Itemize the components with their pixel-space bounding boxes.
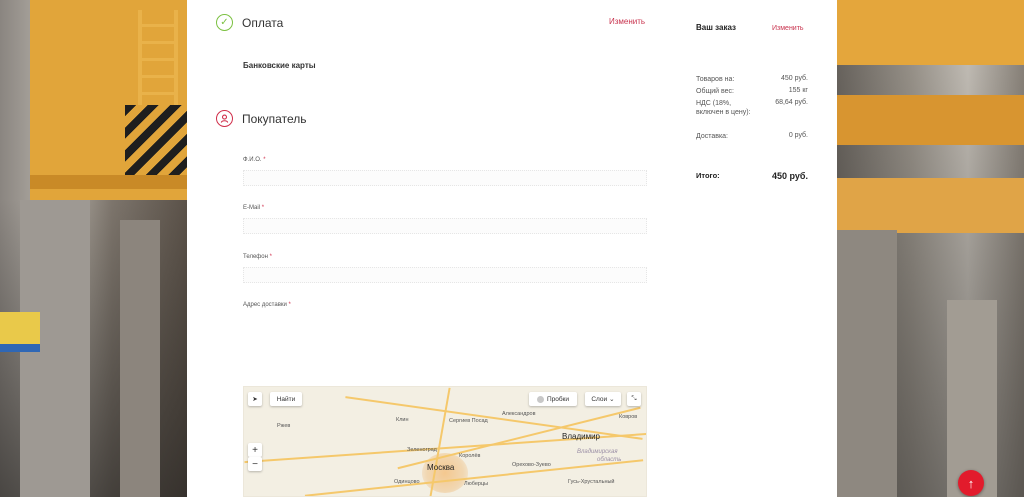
delivery-value: 0 руб.: [788, 132, 808, 139]
map-label-lyubertsy: Люберцы: [464, 481, 489, 487]
address-label: Адрес доставки *: [243, 302, 291, 308]
email-field[interactable]: [243, 218, 647, 234]
email-label: E-Mail *: [243, 205, 264, 211]
goods-value: 450 руб.: [781, 75, 808, 82]
required-mark: *: [269, 254, 272, 260]
weight-row: Общий вес: 155 кг: [696, 87, 808, 96]
name-label: Ф.И.О. *: [243, 157, 266, 163]
expand-icon: ⤡: [631, 395, 637, 402]
payment-title: Оплата: [242, 15, 284, 30]
delivery-label: Доставка:: [696, 133, 729, 140]
map-find-button[interactable]: Найти: [270, 392, 302, 406]
delivery-row: Доставка: 0 руб.: [696, 132, 808, 141]
goods-label: Товаров на:: [696, 76, 735, 83]
user-icon: [216, 110, 233, 127]
map-label-gus: Гусь-Хрустальный: [568, 479, 615, 485]
background-photo-left: [0, 0, 187, 497]
background-photo-right: [837, 0, 1024, 497]
traffic-label: Пробки: [546, 395, 570, 403]
user-icon: [220, 114, 229, 123]
address-label-text: Адрес доставки: [243, 302, 287, 308]
crane-beam: [837, 95, 1024, 145]
geolocation-button[interactable]: ➤: [248, 392, 262, 406]
map-label-sergiev: Сергиев Посад: [449, 418, 488, 424]
order-summary-title: Ваш заказ: [696, 23, 736, 32]
order-edit-link[interactable]: Изменить: [772, 25, 804, 32]
vat-value: 68,64 руб.: [775, 99, 808, 106]
map-label-vladimir: Владимир: [562, 432, 601, 441]
buyer-title: Покупатель: [242, 111, 307, 126]
map-label-vladimir-region-2: область: [597, 457, 622, 463]
name-field[interactable]: [243, 170, 647, 186]
total-value: 450 руб.: [772, 171, 808, 181]
crane-rail: [30, 175, 187, 189]
payment-method: Банковские карты: [243, 61, 316, 70]
zoom-out-button[interactable]: −: [248, 457, 262, 471]
concrete-column: [120, 220, 160, 497]
phone-label-text: Телефон: [243, 254, 268, 260]
checkout-page: ✓ Оплата Изменить Банковские карты Покуп…: [187, 0, 837, 497]
map-label-odintsovo: Одинцово: [394, 479, 420, 485]
required-mark: *: [263, 157, 266, 163]
map-label-moscow: Москва: [427, 463, 455, 472]
layers-label: Слои: [591, 395, 608, 403]
payment-section-header: ✓ Оплата: [216, 14, 283, 31]
vat-label: НДС (18%, включен в цену):: [696, 100, 751, 117]
map-label-korolev: Королёв: [459, 453, 481, 459]
total-label: Итого:: [696, 171, 720, 180]
crane-beam: [837, 178, 1024, 233]
total-row: Итого: 450 руб.: [696, 171, 808, 181]
layers-button[interactable]: Слои ⌄: [585, 392, 621, 406]
goods-row: Товаров на: 450 руб.: [696, 75, 808, 84]
payment-edit-link[interactable]: Изменить: [609, 17, 645, 26]
map-label-alexandrov: Александров: [502, 411, 536, 417]
map-label-klin: Клин: [396, 417, 409, 423]
required-mark: *: [261, 205, 265, 211]
concrete-column: [947, 300, 997, 497]
buyer-section-header: Покупатель: [216, 110, 306, 127]
traffic-button[interactable]: Пробки: [529, 392, 577, 406]
vat-row: НДС (18%, включен в цену): 68,64 руб.: [696, 99, 808, 117]
scroll-to-top-button[interactable]: ↑: [958, 470, 984, 496]
weight-label: Общий вес:: [696, 88, 734, 95]
checkmark-icon: ✓: [216, 14, 233, 31]
navigation-arrow-icon: ➤: [252, 396, 258, 403]
crane-beam: [837, 0, 1024, 65]
fullscreen-button[interactable]: ⤡: [627, 392, 641, 406]
hazard-stripes: [125, 105, 187, 175]
required-mark: *: [288, 302, 291, 308]
email-label-text: E-Mail: [243, 205, 261, 211]
map-road: [304, 459, 644, 496]
map-label-zelenograd: Зеленоград: [407, 447, 437, 453]
concrete-column: [837, 230, 897, 497]
name-label-text: Ф.И.О.: [243, 157, 262, 163]
arrow-up-icon: ↑: [967, 475, 975, 491]
crane-beam: [30, 0, 187, 200]
map-label-orekhovo: Орехово-Зуево: [512, 462, 551, 468]
map-label-kovrov: Ковров: [619, 414, 638, 420]
weight-value: 155 кг: [788, 87, 808, 94]
zoom-in-button[interactable]: +: [248, 443, 262, 457]
delivery-map[interactable]: Ржев Клин Сергиев Посад Александров Ковр…: [243, 386, 647, 497]
phone-label: Телефон *: [243, 254, 272, 260]
phone-field[interactable]: [243, 267, 647, 283]
machine-part: [0, 312, 40, 352]
chevron-down-icon: ⌄: [609, 396, 615, 403]
map-label-rzhev: Ржев: [277, 423, 291, 429]
map-label-vladimir-region: Владимирская: [577, 449, 618, 455]
traffic-light-icon: [536, 395, 544, 403]
crane-ladder: [138, 10, 178, 105]
